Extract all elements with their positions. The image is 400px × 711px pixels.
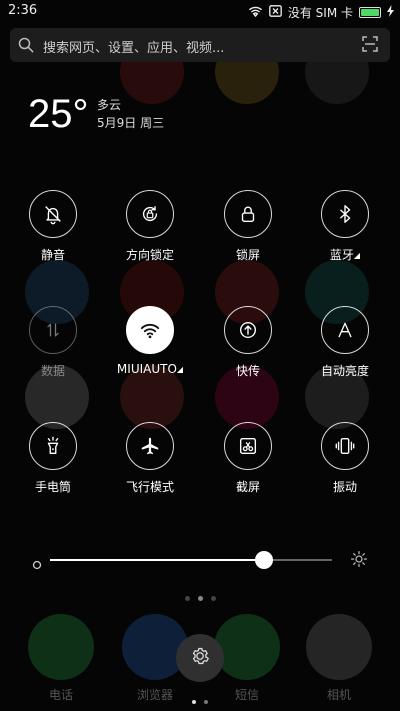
brightness-thumb[interactable] — [255, 551, 274, 569]
auto-brightness-icon[interactable] — [321, 306, 369, 354]
toggle-auto-brightness[interactable]: 自动亮度 — [300, 306, 390, 379]
temperature: 25° — [28, 92, 89, 136]
toggle-label: 锁屏 — [235, 248, 260, 262]
toggle-quick-transfer[interactable]: 快传 — [203, 306, 293, 379]
menu-indicator-icon: ◢ — [353, 251, 361, 260]
page-dot — [210, 596, 216, 601]
battery-icon — [359, 7, 381, 18]
mobile-data-icon[interactable] — [29, 306, 77, 354]
menu-indicator-icon: ◢ — [176, 365, 184, 374]
no-sim-icon — [269, 5, 282, 20]
toggle-label: 飞行模式 — [125, 480, 174, 494]
toggle-label: 手电筒 — [34, 480, 71, 494]
toggle-vibrate[interactable]: 振动 — [300, 422, 390, 495]
scan-icon[interactable] — [362, 36, 378, 56]
search-input[interactable]: 搜索网页、设置、应用、视频... — [43, 37, 224, 56]
toggle-bluetooth[interactable]: 蓝牙◢ — [300, 190, 390, 263]
toggle-label: 方向锁定 — [125, 248, 174, 262]
page-dot-active — [192, 700, 196, 704]
toggle-label: MIUIAUTO◢ — [116, 362, 184, 376]
wifi-icon[interactable] — [126, 306, 174, 354]
screenshot-icon[interactable] — [224, 422, 272, 470]
toggle-label: 蓝牙◢ — [329, 248, 361, 262]
toggle-wifi[interactable]: MIUIAUTO◢ — [105, 306, 195, 376]
settings-button[interactable] — [176, 634, 224, 682]
toggle-screenshot[interactable]: 截屏 — [203, 422, 293, 495]
status-indicators: 没有 SIM 卡 — [248, 4, 394, 21]
quick-transfer-icon[interactable] — [224, 306, 272, 354]
gear-icon — [189, 645, 211, 671]
page-dot — [184, 596, 190, 601]
dock-page-indicator — [0, 689, 400, 708]
messages-app-icon — [214, 614, 280, 680]
weather-date: 5月9日 周三 — [97, 116, 165, 130]
toggle-label: 静音 — [40, 248, 65, 262]
toggle-label: 数据 — [40, 364, 65, 378]
lock-icon[interactable] — [224, 190, 272, 238]
airplane-icon[interactable] — [126, 422, 174, 470]
toggle-airplane-mode[interactable]: 飞行模式 — [105, 422, 195, 495]
toggle-mobile-data[interactable]: 数据 — [8, 306, 98, 379]
phone-app-icon — [28, 614, 94, 680]
rotation-lock-icon[interactable] — [126, 190, 174, 238]
status-time: 2:36 — [8, 3, 38, 18]
brightness-fill — [50, 559, 265, 561]
flashlight-icon[interactable] — [29, 422, 77, 470]
toggle-label: 振动 — [332, 480, 357, 494]
status-bar: 2:36 没有 SIM 卡 — [0, 0, 400, 24]
brightness-high-icon — [350, 550, 368, 572]
brightness-low-icon — [32, 555, 42, 574]
charging-icon — [387, 5, 394, 20]
brightness-slider[interactable] — [32, 550, 368, 570]
toggle-rotation-lock[interactable]: 方向锁定 — [105, 190, 195, 263]
weather-condition: 多云 — [97, 98, 122, 112]
bell-off-icon[interactable] — [29, 190, 77, 238]
toggle-label: 自动亮度 — [320, 364, 369, 378]
toggle-flashlight[interactable]: 手电筒 — [8, 422, 98, 495]
camera-app-icon — [306, 614, 372, 680]
bluetooth-icon[interactable] — [321, 190, 369, 238]
wifi-status-icon — [248, 5, 263, 20]
page-indicator — [0, 586, 400, 605]
toggle-lock-screen[interactable]: 锁屏 — [203, 190, 293, 263]
search-icon — [18, 37, 34, 57]
page-dot — [204, 700, 208, 704]
page-dot-active — [197, 596, 203, 601]
toggle-silent[interactable]: 静音 — [8, 190, 98, 263]
toggle-label: 截屏 — [235, 480, 260, 494]
brightness-track[interactable] — [50, 551, 332, 569]
carrier-text: 没有 SIM 卡 — [287, 6, 353, 20]
toggle-label: 快传 — [235, 364, 260, 378]
vibrate-icon[interactable] — [321, 422, 369, 470]
search-bar[interactable]: 搜索网页、设置、应用、视频... — [10, 28, 390, 62]
